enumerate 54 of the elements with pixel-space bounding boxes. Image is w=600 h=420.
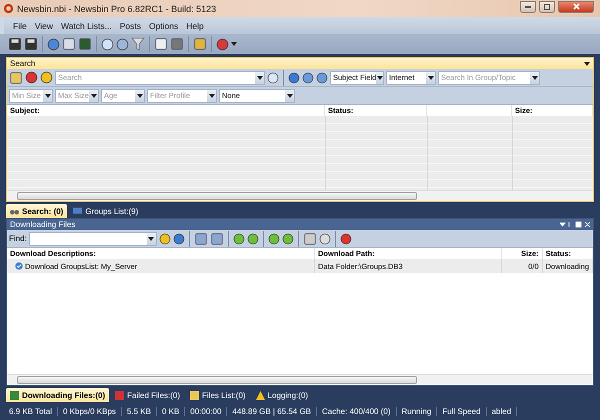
filter-icon[interactable] — [131, 37, 145, 51]
app-icon — [3, 3, 14, 14]
status-item: Cache: 400/400 (0) — [317, 406, 396, 416]
scrollbar[interactable] — [7, 374, 593, 385]
panel-tab[interactable]: Search: (0) — [6, 204, 68, 218]
status-item: 0 KB — [156, 406, 186, 416]
restore-button[interactable] — [539, 0, 555, 12]
panel-tab[interactable]: Groups List:(9) — [69, 204, 142, 218]
status-item: 448.89 GB | 65.54 GB — [227, 406, 317, 416]
panel-controls-icon[interactable] — [560, 221, 590, 228]
check-icon — [15, 262, 23, 270]
status-item: abled — [486, 406, 518, 416]
bottom-tab[interactable]: Files List:(0) — [186, 388, 250, 402]
scrollbar[interactable] — [7, 190, 593, 201]
menu-item[interactable]: Watch Lists... — [58, 20, 115, 30]
minimize-icon — [525, 6, 531, 8]
caret-icon[interactable] — [90, 94, 96, 98]
minimize-button[interactable] — [520, 0, 536, 12]
find-label: Find: — [9, 234, 27, 243]
menu-item[interactable]: Help — [183, 20, 207, 30]
save-icon[interactable] — [8, 37, 22, 51]
restore-icon — [544, 4, 550, 10]
close-button[interactable] — [558, 0, 594, 12]
panel-title: Search — [10, 59, 36, 68]
window-title: Newsbin.nbi - Newsbin Pro 6.82RC1 - Build: 5123 — [17, 4, 218, 14]
save-icon[interactable] — [24, 37, 38, 51]
bottom-tab[interactable]: Downloading Files:(0) — [6, 388, 110, 402]
menu-item[interactable]: File — [10, 20, 30, 30]
status-item: 5.5 KB — [122, 406, 157, 416]
panel-title: Downloading Files — [10, 220, 76, 229]
status-item: 0 Kbps/0 KBps — [58, 406, 122, 416]
status-item: Running — [396, 406, 438, 416]
caret-icon[interactable] — [44, 94, 50, 98]
caret-icon[interactable] — [286, 94, 292, 98]
menu-item[interactable]: Options — [146, 20, 182, 30]
caret-icon[interactable] — [532, 76, 538, 80]
caret-icon[interactable] — [136, 94, 142, 98]
menu-item[interactable]: Posts — [116, 20, 144, 30]
status-item: Full Speed — [437, 406, 487, 416]
close-icon — [572, 3, 580, 10]
caret-icon[interactable] — [256, 76, 262, 80]
status-item: 6.9 KB Total — [4, 406, 58, 416]
caret-icon[interactable] — [208, 94, 214, 98]
status-item: 00:00:00 — [185, 406, 228, 416]
menu-item[interactable]: View — [32, 20, 56, 30]
caret-icon[interactable] — [148, 236, 154, 240]
caret-icon[interactable] — [428, 76, 434, 80]
bottom-tab[interactable]: Logging:(0) — [252, 388, 312, 402]
find-field[interactable] — [28, 232, 157, 246]
bottom-tab[interactable]: Failed Files:(0) — [111, 388, 184, 402]
caret-icon[interactable] — [231, 42, 237, 46]
caret-icon[interactable] — [376, 76, 383, 80]
warning-icon — [256, 390, 265, 400]
caret-icon[interactable] — [584, 62, 590, 66]
